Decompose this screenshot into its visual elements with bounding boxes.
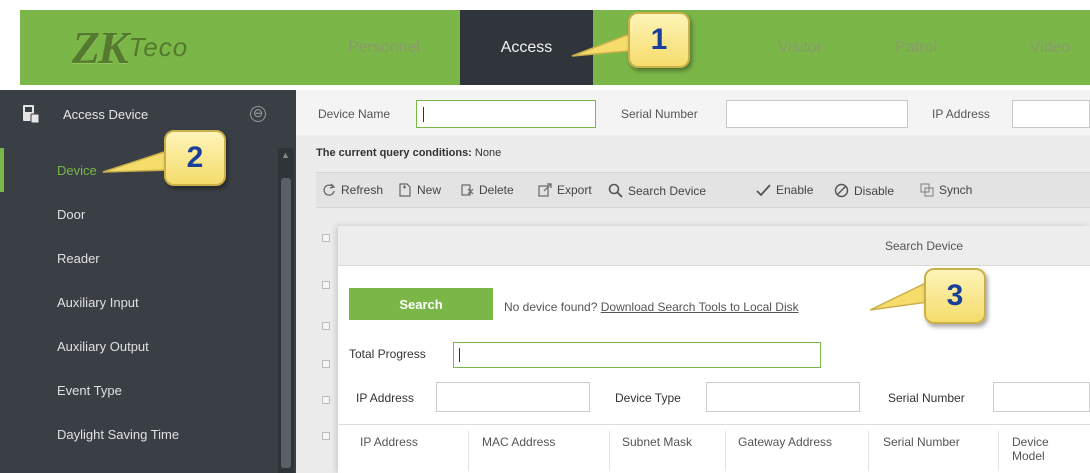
callout-2: 2 (164, 130, 226, 186)
callout-3: 3 (924, 268, 986, 324)
callout-1: 1 (628, 12, 690, 68)
callout-pointers (102, 28, 929, 311)
callout-pointer-3 (869, 280, 929, 311)
callout-pointer-2 (102, 148, 171, 173)
